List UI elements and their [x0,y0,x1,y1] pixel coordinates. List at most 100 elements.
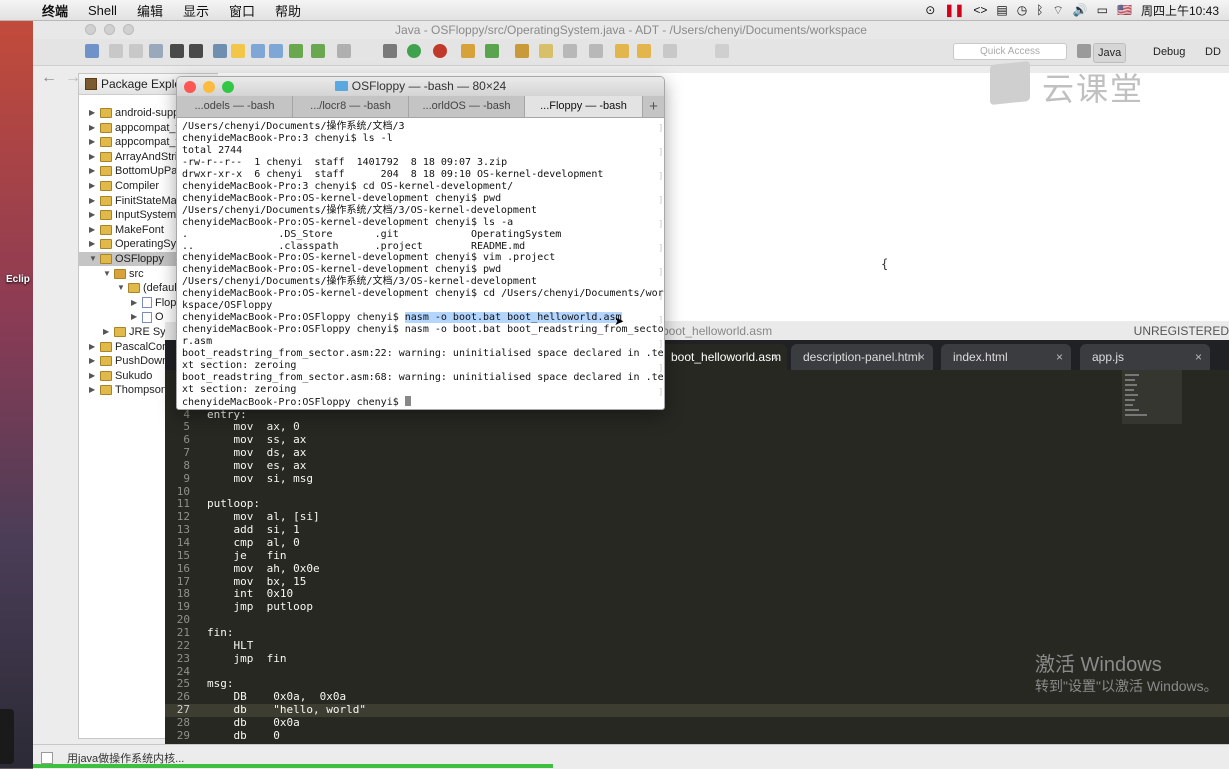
tree-item-src[interactable]: ▼ src [103,267,144,281]
next-annotation-icon[interactable] [563,44,577,58]
terminal-tab-1[interactable]: ...odels — -bash [177,96,293,117]
tree-item-pascalcom[interactable]: ▶ PascalCom [89,340,171,354]
highlighted-command[interactable]: nasm -o boot.bat boot_helloworld.asm [404,312,622,324]
tree-item-operatingsys[interactable]: ▶ OperatingSys [89,237,182,251]
desktop-eclipse-label[interactable]: Eclip [6,274,30,285]
menu-terminal[interactable]: 终端 [32,1,78,20]
perspective-java-button[interactable]: Java [1093,43,1127,63]
tree-item-inputsystem[interactable]: ▶ InputSystem [89,208,176,222]
menu-edit[interactable]: 编辑 [127,1,173,20]
last-edit-icon[interactable] [615,44,629,58]
print-icon[interactable] [149,44,163,58]
twisty-closed-icon[interactable]: ▶ [89,369,97,383]
perspective-ddms-button[interactable]: DD [1201,43,1225,61]
bluetooth-icon[interactable]: ᛒ [1036,3,1043,17]
tree-item-flop[interactable]: ▶ Flop [131,296,176,310]
quick-access-input[interactable]: Quick Access [953,43,1067,60]
skip-breakpoints-icon[interactable] [337,44,351,58]
sublime-minimap[interactable] [1122,370,1182,424]
open-type-icon[interactable] [515,44,529,58]
pause-recording-icon[interactable]: ❚❚ [944,3,964,17]
twisty-closed-icon[interactable]: ▶ [89,150,97,164]
menu-view[interactable]: 显示 [173,1,219,20]
previous-annotation-icon[interactable] [589,44,603,58]
tree-item-o[interactable]: ▶ O [131,310,164,324]
volume-icon[interactable]: 🔊 [1073,3,1088,17]
twisty-closed-icon[interactable]: ▶ [89,354,97,368]
twisty-closed-icon[interactable]: ▶ [89,135,97,149]
screen-record-icon[interactable]: ⊙ [925,3,935,17]
terminal-tab-4[interactable]: ...Floppy — -bash [525,96,643,117]
tab-app-js[interactable]: app.js × [1080,344,1210,370]
twisty-closed-icon[interactable]: ▶ [89,194,97,208]
tab-description-panel[interactable]: description-panel.html × [791,344,933,370]
tree-item-thompson[interactable]: ▶ Thompson [89,383,167,397]
import-icon[interactable] [170,44,184,58]
twisty-closed-icon[interactable]: ▶ [89,223,97,237]
external-tools-icon[interactable] [433,44,447,58]
adt-close-button[interactable] [85,24,96,35]
twisty-closed-icon[interactable]: ▶ [103,325,111,339]
new-tab-plus-icon[interactable]: + [643,96,664,117]
lint-icon[interactable] [311,44,325,58]
pin-editor-icon[interactable] [715,44,729,58]
search-icon[interactable] [539,44,553,58]
tab-boot-helloworld[interactable]: boot_helloworld.asm × [659,344,787,370]
tree-item-appcompat-v[interactable]: ▶ appcompat_v [89,135,181,149]
close-icon[interactable]: × [772,344,779,370]
code-icon[interactable]: <> [973,3,987,17]
save-all-icon[interactable] [129,44,143,58]
menu-help[interactable]: 帮助 [265,1,311,20]
twisty-open-icon[interactable]: ▼ [117,281,125,295]
twisty-closed-icon[interactable]: ▶ [89,340,97,354]
twisty-closed-icon[interactable]: ▶ [89,383,97,397]
tree-item-bottomuppar[interactable]: ▶ BottomUpPar [89,164,181,178]
terminal-tab-2[interactable]: .../locr8 — -bash [293,96,409,117]
twisty-closed-icon[interactable]: ▶ [89,164,97,178]
terminal-close-button[interactable] [184,81,196,93]
adt-zoom-button[interactable] [123,24,134,35]
twisty-closed-icon[interactable]: ▶ [131,310,139,324]
menubar-clock[interactable]: 周四上午10:43 [1141,2,1219,19]
twisty-closed-icon[interactable]: ▶ [131,296,139,310]
adt-minimize-button[interactable] [104,24,115,35]
twisty-closed-icon[interactable]: ▶ [89,106,97,120]
terminal-tab-3[interactable]: ...orldOS — -bash [409,96,525,117]
mark-occurrences-icon[interactable] [231,44,245,58]
tab-index-html[interactable]: index.html × [941,344,1071,370]
tree-item-jre-sys[interactable]: ▶ JRE Sys [103,325,171,339]
close-icon[interactable]: × [1195,344,1202,370]
tree-item-arrayandstri[interactable]: ▶ ArrayAndStri [89,150,177,164]
new-package-icon[interactable] [485,44,499,58]
android-avd-icon[interactable] [289,44,303,58]
terminal-output[interactable]: /Users/chenyi/Documents/操作系统/文档/3 chenyid… [177,117,664,409]
tree-item-appcompat-v[interactable]: ▶ appcompat_v [89,121,181,135]
tree-item-compiler[interactable]: ▶ Compiler [89,179,159,193]
open-perspective-icon[interactable] [1077,44,1091,58]
perspective-debug-button[interactable]: Debug [1149,43,1189,61]
sublime-code-editor[interactable]: 4 entry: 5 mov ax, 06 mov ss, ax 7 mov ds, … [165,370,1229,763]
close-icon[interactable]: × [918,344,925,370]
new-icon[interactable] [85,44,99,58]
wifi-icon[interactable]: ⌔ [1052,3,1063,18]
tree-item-pushdown[interactable]: ▶ PushDown [89,354,168,368]
twisty-closed-icon[interactable]: ▶ [89,208,97,222]
run-icon[interactable] [407,44,421,58]
tree-item-android-supp[interactable]: ▶ android-supp [89,106,179,120]
new-java-class-icon[interactable] [461,44,475,58]
menu-window[interactable]: 窗口 [219,1,265,20]
debug-icon[interactable] [383,44,397,58]
forward-icon[interactable] [663,44,677,58]
nav-back-arrow-icon[interactable]: ← [41,69,57,87]
back-icon[interactable] [637,44,651,58]
save-icon[interactable] [109,44,123,58]
export-icon[interactable] [189,44,203,58]
time-machine-icon[interactable]: ◷ [1017,3,1027,17]
close-icon[interactable]: × [1056,344,1063,370]
tree-item-sukudo[interactable]: ▶ Sukudo [89,369,152,383]
show-whitespace-icon[interactable] [269,44,283,58]
twisty-closed-icon[interactable]: ▶ [89,121,97,135]
keyboard-icon[interactable]: ▤ [996,3,1007,17]
twisty-closed-icon[interactable]: ▶ [89,237,97,251]
toggle-block-icon[interactable] [251,44,265,58]
